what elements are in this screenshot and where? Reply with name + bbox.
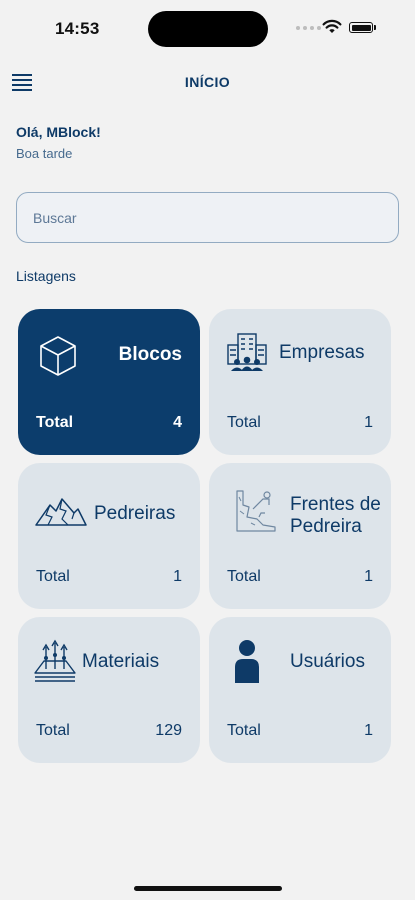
dynamic-island: [148, 11, 268, 47]
card-empresas[interactable]: Empresas Total 1: [209, 309, 391, 455]
building-people-icon: [227, 333, 267, 371]
total-value: 1: [364, 722, 373, 739]
page-title: INÍCIO: [184, 74, 231, 90]
total-label: Total: [227, 722, 261, 739]
cube-icon: [40, 336, 76, 376]
total-value: 1: [173, 568, 182, 585]
card-title: Pedreiras: [94, 503, 176, 524]
wifi-icon: [322, 19, 342, 33]
total-value: 129: [155, 722, 182, 739]
card-title-line1: Frentes de: [290, 494, 381, 515]
total-label: Total: [36, 722, 70, 739]
total-label: Total: [36, 568, 70, 585]
status-bar: 14:53: [0, 0, 415, 58]
card-title: Usuários: [290, 651, 365, 672]
cellular-signal-icon: [296, 26, 321, 30]
battery-icon: [349, 22, 373, 33]
card-title: Materiais: [82, 651, 160, 672]
total-label: Total: [227, 568, 261, 585]
total-value: 1: [364, 414, 373, 431]
card-title: Blocos: [118, 344, 182, 365]
greeting-title: Olá, MBlock!: [16, 124, 101, 140]
section-label: Listagens: [16, 268, 76, 284]
material-layers-icon: [34, 639, 76, 682]
card-materiais[interactable]: Materiais Total 129: [18, 617, 200, 763]
home-indicator[interactable]: [134, 886, 282, 891]
card-title: Frentes de Pedreira: [290, 494, 381, 538]
status-time: 14:53: [55, 19, 100, 38]
quarry-excavation-icon: [236, 490, 276, 532]
card-frentes-de-pedreira[interactable]: Frentes de Pedreira Total 1: [209, 463, 391, 609]
card-title: Empresas: [279, 342, 365, 363]
greeting-subtitle: Boa tarde: [16, 146, 73, 161]
card-usuarios[interactable]: Usuários Total 1: [209, 617, 391, 763]
card-pedreiras[interactable]: Pedreiras Total 1: [18, 463, 200, 609]
user-icon: [235, 640, 259, 683]
battery-tip: [374, 25, 376, 30]
total-label: Total: [227, 414, 261, 431]
total-value: 1: [364, 568, 373, 585]
mountain-icon: [35, 498, 87, 526]
card-title-line2: Pedreira: [290, 516, 362, 537]
card-blocos[interactable]: Blocos Total 4: [18, 309, 200, 455]
total-label: Total: [36, 414, 74, 431]
total-value: 4: [173, 414, 182, 431]
search-input[interactable]: [16, 192, 399, 243]
